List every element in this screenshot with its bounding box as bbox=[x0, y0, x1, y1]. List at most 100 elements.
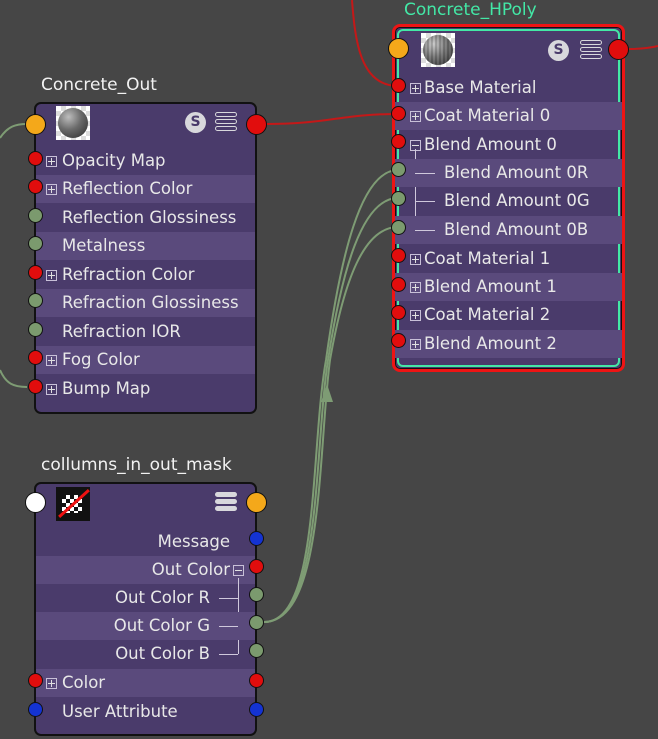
attr-row[interactable]: Out Color R bbox=[36, 584, 255, 612]
attr-plug[interactable] bbox=[391, 248, 406, 263]
attr-plug[interactable] bbox=[249, 531, 264, 546]
expand-plus-icon[interactable] bbox=[410, 282, 421, 293]
attr-plug[interactable] bbox=[391, 191, 406, 206]
expand-plus-icon[interactable] bbox=[46, 678, 57, 689]
wire-outcolorg-to-blend-0g bbox=[263, 197, 399, 623]
attr-row[interactable]: Reflection Color bbox=[36, 175, 255, 203]
expand-plus-icon[interactable] bbox=[46, 184, 57, 195]
file-texture-icon bbox=[56, 487, 90, 521]
attr-plug[interactable] bbox=[391, 78, 406, 93]
attr-plug[interactable] bbox=[249, 559, 264, 574]
node-concrete-hpoly[interactable]: S Base Material Coat Material 0 Blend Am… bbox=[392, 24, 625, 372]
output-plug[interactable] bbox=[246, 114, 267, 135]
input-plug[interactable] bbox=[388, 38, 409, 59]
attr-row[interactable]: Coat Material 0 bbox=[395, 102, 622, 130]
attr-plug[interactable] bbox=[249, 702, 264, 717]
attr-row[interactable]: Blend Amount 0 bbox=[395, 131, 622, 159]
menu-icon[interactable] bbox=[215, 492, 237, 512]
node-header[interactable]: S bbox=[36, 104, 255, 148]
node-title-concrete-out[interactable]: Concrete_Out bbox=[41, 75, 157, 95]
wire-outcolorg-to-blend-0r bbox=[263, 169, 399, 623]
attr-row[interactable]: Blend Amount 1 bbox=[395, 273, 622, 301]
expand-plus-icon[interactable] bbox=[410, 254, 421, 265]
attr-plug[interactable] bbox=[28, 379, 43, 394]
input-plug[interactable] bbox=[25, 114, 46, 135]
tree-line bbox=[415, 173, 435, 174]
expand-plus-icon[interactable] bbox=[46, 384, 57, 395]
wire-hpoly-output bbox=[627, 45, 658, 50]
s-icon[interactable]: S bbox=[548, 40, 569, 61]
attr-row[interactable]: Blend Amount 2 bbox=[395, 330, 622, 358]
attr-row[interactable]: Metalness bbox=[36, 232, 255, 260]
attr-row[interactable]: Coat Material 2 bbox=[395, 301, 622, 329]
expand-plus-icon[interactable] bbox=[410, 111, 421, 122]
attr-row[interactable]: Reflection Glossiness bbox=[36, 204, 255, 232]
collapse-minus-icon[interactable] bbox=[233, 565, 244, 576]
attr-plug[interactable] bbox=[28, 179, 43, 194]
attr-label: Blend Amount 0G bbox=[444, 191, 590, 210]
node-header[interactable] bbox=[36, 484, 255, 528]
attr-row[interactable]: Base Material bbox=[395, 74, 622, 102]
expand-plus-icon[interactable] bbox=[46, 355, 57, 366]
attr-plug[interactable] bbox=[249, 615, 264, 630]
attr-row[interactable]: Fog Color bbox=[36, 346, 255, 374]
attr-plug[interactable] bbox=[28, 265, 43, 280]
attr-row[interactable]: Color bbox=[36, 669, 255, 697]
attr-plug[interactable] bbox=[249, 673, 264, 688]
attr-plug[interactable] bbox=[28, 322, 43, 337]
node-columns-mask[interactable]: Message Out Color Out Color R Out Color … bbox=[34, 482, 257, 736]
attr-plug[interactable] bbox=[391, 220, 406, 235]
attr-plug[interactable] bbox=[28, 350, 43, 365]
attr-row[interactable]: Refraction Glossiness bbox=[36, 289, 255, 317]
attr-row[interactable]: Out Color G bbox=[36, 612, 255, 640]
attr-row[interactable]: Blend Amount 0R bbox=[395, 159, 622, 187]
expand-plus-icon[interactable] bbox=[410, 310, 421, 321]
input-plug[interactable] bbox=[25, 492, 46, 513]
attr-plug[interactable] bbox=[28, 702, 43, 717]
s-icon[interactable]: S bbox=[185, 112, 206, 133]
node-concrete-out[interactable]: S Opacity Map Reflection Color Reflectio… bbox=[34, 102, 257, 414]
attr-plug[interactable] bbox=[391, 305, 406, 320]
attr-plug[interactable] bbox=[28, 293, 43, 308]
attr-plug[interactable] bbox=[249, 643, 264, 658]
attr-label: Out Color B bbox=[115, 644, 210, 663]
menu-icon[interactable] bbox=[215, 112, 237, 132]
attr-plug[interactable] bbox=[391, 333, 406, 348]
attr-label: Message bbox=[157, 532, 230, 551]
attr-label: Blend Amount 0B bbox=[444, 220, 589, 239]
attr-row[interactable]: Refraction Color bbox=[36, 261, 255, 289]
attr-plug[interactable] bbox=[391, 134, 406, 149]
attr-plug[interactable] bbox=[391, 106, 406, 121]
menu-icon[interactable] bbox=[580, 40, 602, 60]
attr-label: Blend Amount 0 bbox=[424, 135, 557, 154]
attr-row[interactable]: Blend Amount 0G bbox=[395, 187, 622, 215]
expand-plus-icon[interactable] bbox=[410, 339, 421, 350]
attr-row[interactable]: Opacity Map bbox=[36, 147, 255, 175]
attr-row[interactable]: Refraction IOR bbox=[36, 318, 255, 346]
expand-plus-icon[interactable] bbox=[46, 156, 57, 167]
attr-row[interactable]: Out Color bbox=[36, 556, 255, 584]
expand-plus-icon[interactable] bbox=[46, 270, 57, 281]
attr-label: Fog Color bbox=[62, 350, 140, 369]
attr-plug[interactable] bbox=[28, 673, 43, 688]
attr-plug[interactable] bbox=[249, 587, 264, 602]
attr-plug[interactable] bbox=[28, 236, 43, 251]
attr-plug[interactable] bbox=[28, 208, 43, 223]
attr-row[interactable]: Message bbox=[36, 528, 255, 556]
attr-row[interactable]: User Attribute bbox=[36, 698, 255, 726]
output-plug[interactable] bbox=[246, 492, 267, 513]
attr-plug[interactable] bbox=[391, 277, 406, 292]
expand-plus-icon[interactable] bbox=[410, 83, 421, 94]
attr-row[interactable]: Out Color B bbox=[36, 640, 255, 668]
attr-label: Opacity Map bbox=[62, 151, 166, 170]
output-plug[interactable] bbox=[608, 39, 629, 60]
attr-plug[interactable] bbox=[391, 162, 406, 177]
attr-row[interactable]: Blend Amount 0B bbox=[395, 216, 622, 244]
node-title-concrete-hpoly[interactable]: Concrete_HPoly bbox=[404, 0, 537, 20]
attr-label: Coat Material 1 bbox=[424, 249, 551, 268]
node-header[interactable]: S bbox=[395, 27, 622, 71]
attr-plug[interactable] bbox=[28, 151, 43, 166]
attr-row[interactable]: Bump Map bbox=[36, 375, 255, 403]
attr-row[interactable]: Coat Material 1 bbox=[395, 245, 622, 273]
node-title-columns-mask[interactable]: collumns_in_out_mask bbox=[41, 455, 232, 475]
